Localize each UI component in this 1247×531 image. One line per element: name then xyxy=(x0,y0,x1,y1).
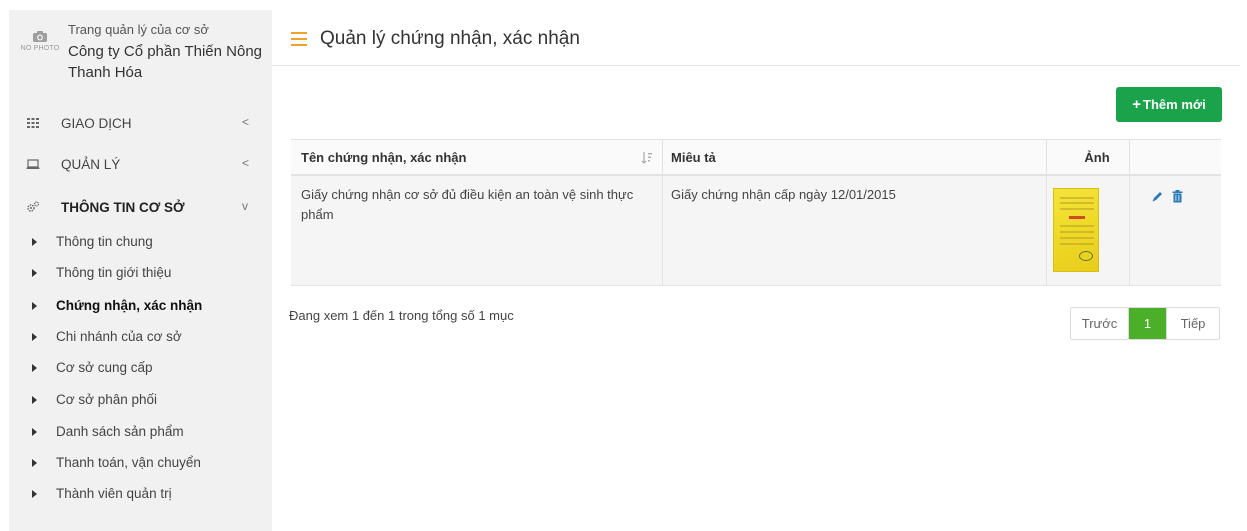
sidebar-item-label: Chi nhánh của cơ sở xyxy=(56,329,182,344)
menu-item-quan-ly[interactable]: QUẢN LÝ < xyxy=(9,152,272,176)
caret-right-icon xyxy=(32,302,37,310)
sidebar-item-label: Thông tin chung xyxy=(56,234,153,249)
caret-right-icon xyxy=(32,238,37,246)
add-new-button[interactable]: + Thêm mới xyxy=(1116,87,1222,122)
sidebar-item-label: Thông tin giới thiệu xyxy=(56,265,172,280)
chevron-left-icon: < xyxy=(242,115,250,129)
sidebar-item-chi-nhanh[interactable]: Chi nhánh của cơ sở xyxy=(9,327,272,347)
sidebar-item-chung-nhan[interactable]: Chứng nhận, xác nhận xyxy=(9,296,272,316)
certificates-table: Tên chứng nhận, xác nhận Miêu tả Ảnh Giấ… xyxy=(291,139,1221,286)
pagination-prev-button[interactable]: Trước xyxy=(1071,308,1129,339)
column-divider xyxy=(1129,140,1130,175)
table-header: Tên chứng nhận, xác nhận Miêu tả Ảnh xyxy=(291,139,1221,176)
sidebar-item-thong-tin-gioi-thieu[interactable]: Thông tin giới thiệu xyxy=(9,263,272,283)
brand-subtitle: Trang quản lý của cơ sở xyxy=(68,22,209,37)
page-header: Quản lý chứng nhận, xác nhận xyxy=(272,10,1240,66)
chevron-left-icon: < xyxy=(242,156,250,170)
sidebar-item-thanh-vien[interactable]: Thành viên quản trị xyxy=(9,484,272,504)
sidebar-item-label: Chứng nhận, xác nhận xyxy=(56,298,203,313)
page-title: Quản lý chứng nhận, xác nhận xyxy=(320,28,580,49)
menu-item-giao-dich[interactable]: GIAO DỊCH < xyxy=(9,111,272,135)
column-divider xyxy=(662,176,663,286)
caret-right-icon xyxy=(32,490,37,498)
caret-right-icon xyxy=(32,364,37,372)
sidebar-item-danh-sach-san-pham[interactable]: Danh sách sản phẩm xyxy=(9,422,272,442)
caret-right-icon xyxy=(32,428,37,436)
avatar: NO PHOTO xyxy=(18,26,62,66)
column-divider xyxy=(1129,176,1130,286)
sidebar-item-thanh-toan[interactable]: Thanh toán, vận chuyển xyxy=(9,453,272,473)
sidebar-item-label: Thanh toán, vận chuyển xyxy=(56,455,201,470)
brand-name: Công ty Cổ phần Thiến Nông Thanh Hóa xyxy=(68,43,263,81)
hamburger-icon[interactable] xyxy=(291,32,307,46)
column-header-name[interactable]: Tên chứng nhận, xác nhận xyxy=(301,140,466,175)
row-actions xyxy=(1151,190,1183,203)
main-content: Quản lý chứng nhận, xác nhận + Thêm mới T… xyxy=(272,10,1240,531)
grid-icon xyxy=(27,118,39,128)
sort-icon[interactable] xyxy=(641,151,653,165)
cell-description: Giấy chứng nhận cấp ngày 12/01/2015 xyxy=(671,187,896,202)
cell-certificate-name: Giấy chứng nhận cơ sở đủ điều kiện an to… xyxy=(301,187,634,222)
sidebar: NO PHOTO Trang quản lý của cơ sở Công ty… xyxy=(9,10,272,531)
sidebar-item-label: Thành viên quản trị xyxy=(56,486,172,501)
certificate-thumbnail[interactable] xyxy=(1053,188,1099,272)
caret-right-icon xyxy=(32,269,37,277)
sidebar-item-co-so-cung-cap[interactable]: Cơ sở cung cấp xyxy=(9,358,272,378)
gears-icon xyxy=(27,201,40,212)
column-divider xyxy=(1046,140,1047,175)
column-divider xyxy=(1046,176,1047,286)
caret-right-icon xyxy=(32,396,37,404)
caret-right-icon xyxy=(32,333,37,341)
sidebar-item-label: Cơ sở phân phối xyxy=(56,392,158,407)
sidebar-item-label: Cơ sở cung cấp xyxy=(56,360,153,375)
menu-item-thong-tin-co-so[interactable]: THÔNG TIN CƠ SỞ v xyxy=(9,195,272,219)
add-new-label: Thêm mới xyxy=(1143,97,1206,112)
no-photo-label: NO PHOTO xyxy=(20,45,60,52)
sidebar-item-co-so-phan-phoi[interactable]: Cơ sở phân phối xyxy=(9,390,272,410)
pagination-page-1[interactable]: 1 xyxy=(1129,308,1166,339)
edit-pencil-icon[interactable] xyxy=(1151,190,1164,203)
menu-item-label: QUẢN LÝ xyxy=(61,156,121,172)
laptop-icon xyxy=(26,159,40,169)
table-row: Giấy chứng nhận cơ sở đủ điều kiện an to… xyxy=(291,176,1221,286)
column-divider xyxy=(662,140,663,175)
camera-icon xyxy=(33,31,47,42)
brand-block: NO PHOTO Trang quản lý của cơ sở Công ty… xyxy=(9,10,272,98)
caret-right-icon xyxy=(32,459,37,467)
pagination-info: Đang xem 1 đến 1 trong tổng số 1 mục xyxy=(289,308,514,323)
sidebar-item-thong-tin-chung[interactable]: Thông tin chung xyxy=(9,232,272,252)
pagination-next-button[interactable]: Tiếp xyxy=(1166,308,1219,339)
column-header-image: Ảnh xyxy=(1084,150,1110,165)
chevron-down-icon: v xyxy=(242,199,248,213)
pagination: Trước 1 Tiếp xyxy=(1070,307,1220,340)
column-header-description[interactable]: Miêu tả xyxy=(671,140,716,175)
sidebar-item-label: Danh sách sản phẩm xyxy=(56,424,184,439)
trash-icon[interactable] xyxy=(1172,190,1183,203)
menu-item-label: THÔNG TIN CƠ SỞ xyxy=(61,199,185,215)
plus-icon: + xyxy=(1132,96,1142,113)
menu-item-label: GIAO DỊCH xyxy=(61,115,132,131)
